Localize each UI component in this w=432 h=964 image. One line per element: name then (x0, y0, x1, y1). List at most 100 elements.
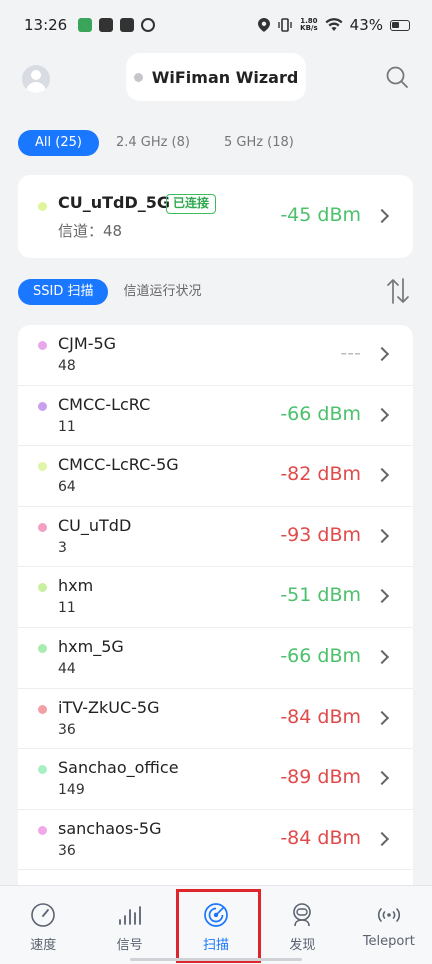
network-ssid: CMCC-LcRC (58, 394, 151, 414)
network-color-dot (38, 704, 47, 714)
network-channel: 11 (58, 600, 76, 617)
mail-notification-icon (99, 18, 114, 32)
network-color-dot (38, 583, 47, 593)
nav-discover[interactable]: 发现 (259, 886, 345, 964)
sort-icon[interactable] (386, 277, 410, 305)
network-ssid: CJM-5G (58, 334, 117, 353)
wifi-icon (325, 18, 343, 31)
home-indicator[interactable] (130, 958, 302, 961)
vibrate-icon (278, 18, 292, 32)
network-ssid: CU_uTdD (58, 515, 132, 535)
status-bar: 13:26 1.80 KB/s 43% (0, 0, 432, 50)
chevron-right-icon (374, 710, 390, 725)
chevron-right-icon (374, 208, 390, 224)
network-row[interactable]: CU_uTdD 3 -93 dBm (18, 507, 413, 568)
network-ssid: sanchaos-5G (58, 818, 162, 838)
network-ssid: Sanchao_office (58, 758, 179, 778)
chevron-right-icon (374, 771, 390, 786)
battery-icon (390, 19, 410, 31)
connected-ssid: CU_uTdD_5G (58, 193, 171, 212)
network-row[interactable]: CJM-5G 48 --- (18, 325, 413, 386)
network-channel: 149 (58, 782, 85, 799)
status-dot-icon (133, 72, 143, 82)
network-color-dot (38, 341, 47, 350)
network-ssid: iTV-ZkUC-5G (58, 697, 160, 717)
connected-network-card[interactable]: CU_uTdD_5G 已连接 信道：48 -45 dBm (18, 175, 413, 258)
location-icon (258, 18, 271, 32)
network-row[interactable]: iTV-ZkUC-5G 36 -84 dBm (18, 689, 413, 750)
chevron-right-icon (374, 831, 390, 846)
network-row[interactable]: hxm_5G 44 -66 dBm (18, 628, 413, 689)
network-row[interactable]: sanchaos-5G 36 -84 dBm (18, 810, 413, 871)
speedometer-icon (31, 903, 56, 927)
network-signal: -66 dBm (280, 402, 361, 425)
tab-5ghz[interactable]: 5 GHz (18) (207, 130, 311, 156)
tab-channel-health[interactable]: 信道运行状况 (108, 279, 216, 305)
network-row[interactable]: hxm 11 -51 dBm (18, 567, 413, 628)
connected-signal: -45 dBm (280, 204, 361, 226)
network-signal: -89 dBm (280, 766, 361, 789)
chevron-right-icon (374, 589, 390, 604)
network-signal: --- (340, 342, 361, 364)
network-speed: 1.80 KB/s (300, 18, 317, 32)
chevron-right-icon (374, 649, 390, 665)
network-color-dot (38, 202, 47, 211)
search-icon[interactable] (385, 65, 409, 89)
network-ssid: CMCC-LcRC-5G (58, 455, 179, 475)
network-color-dot (38, 462, 47, 472)
network-signal: -84 dBm (280, 826, 361, 849)
nav-teleport-label: Teleport (362, 934, 415, 949)
battery-percent: 43% (349, 16, 383, 34)
nav-signal-label: 信号 (116, 938, 143, 953)
device-title-pill[interactable]: WiFiman Wizard (126, 53, 306, 101)
network-signal: -84 dBm (280, 705, 361, 728)
page-title: WiFiman Wizard (151, 67, 299, 87)
chevron-right-icon (374, 346, 390, 362)
scan-tab-highlight (176, 889, 261, 963)
app-notification-icon (78, 18, 93, 32)
network-channel: 48 (58, 358, 76, 374)
network-signal: -66 dBm (280, 644, 361, 667)
tab-2-4ghz[interactable]: 2.4 GHz (8) (99, 130, 207, 156)
network-channel: 3 (58, 539, 67, 556)
teleport-icon (377, 908, 400, 922)
speed-unit: KB/s (300, 24, 318, 32)
network-row[interactable]: CMCC-LcRC 11 -66 dBm (18, 386, 413, 447)
avatar[interactable] (22, 65, 50, 93)
network-color-dot (38, 765, 47, 775)
tab-ssid-scan[interactable]: SSID 扫描 (18, 279, 109, 305)
network-signal: -82 dBm (280, 463, 361, 486)
network-color-dot (38, 643, 47, 653)
connected-channel: 信道：48 (58, 222, 123, 240)
link-notification-icon (141, 18, 156, 32)
chevron-right-icon (374, 407, 390, 422)
network-channel: 36 (58, 721, 76, 738)
band-filter-tabs: All (25) 2.4 GHz (8) 5 GHz (18) (18, 130, 311, 156)
network-color-dot (38, 522, 47, 532)
app-header: WiFiman Wizard (0, 52, 432, 102)
network-signal: -51 dBm (280, 584, 361, 607)
calendar-notification-icon (120, 18, 135, 32)
nav-discover-label: 发现 (289, 938, 316, 953)
connected-badge: 已连接 (166, 194, 217, 214)
nav-signal[interactable]: 信号 (86, 886, 172, 964)
status-time: 13:26 (24, 16, 68, 34)
network-channel: 44 (58, 660, 76, 677)
network-channel: 64 (58, 479, 76, 496)
network-ssid: hxm_5G (58, 636, 124, 656)
view-tabs: SSID 扫描 信道运行状况 (18, 279, 217, 305)
network-color-dot (38, 825, 47, 835)
network-channel: 11 (58, 418, 76, 435)
network-row[interactable]: CMCC-LcRC-5G 64 -82 dBm (18, 446, 413, 507)
tab-all[interactable]: All (25) (18, 130, 99, 156)
network-channel: 36 (58, 842, 76, 859)
nav-teleport[interactable]: Teleport (346, 886, 432, 964)
network-row[interactable]: Sanchao_office 149 -89 dBm (18, 749, 413, 810)
network-signal: -93 dBm (280, 523, 361, 546)
network-list: CJM-5G 48 --- CMCC-LcRC 11 -66 dBm CMCC-LcRC-5… (18, 325, 413, 885)
network-ssid: hxm (58, 576, 94, 596)
nav-speed[interactable]: 速度 (0, 886, 86, 964)
nav-speed-label: 速度 (30, 938, 57, 953)
chevron-right-icon (374, 468, 390, 483)
wifiman-scan-screen: 13:26 1.80 KB/s 43% WiFiman Wizard All (2… (0, 0, 432, 964)
